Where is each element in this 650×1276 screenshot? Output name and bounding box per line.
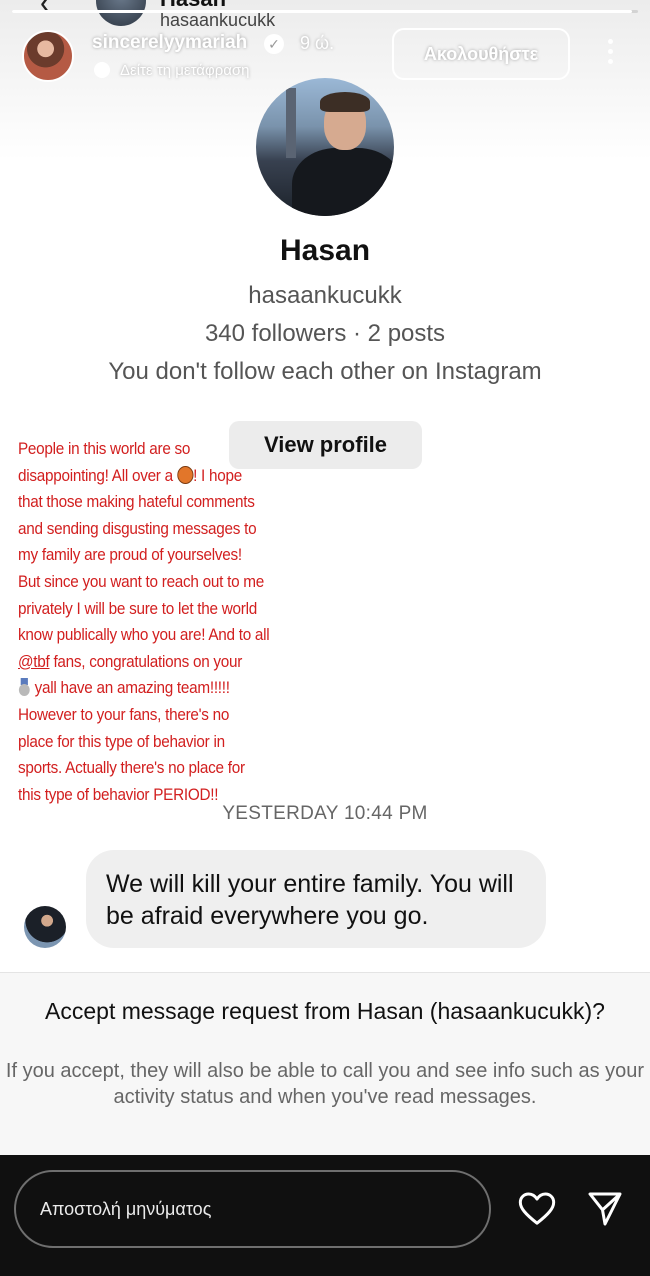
profile-stats: 340 followers · 2 posts	[204, 320, 446, 347]
view-profile-button[interactable]: View profile	[229, 421, 422, 469]
story-progress-fill	[12, 10, 632, 13]
story-owner-username[interactable]: sincerelyymariah	[92, 32, 247, 54]
verified-badge-icon: ✓	[264, 34, 284, 54]
caption-line: and sending disgusting messages to	[18, 518, 257, 538]
message-timestamp: YESTERDAY 10:44 PM	[222, 803, 428, 824]
story-time-ago: 9 ώ.	[300, 33, 335, 53]
story-owner-avatar[interactable]	[22, 30, 74, 82]
caption-line: place for this type of behavior in	[18, 731, 225, 751]
heart-icon[interactable]	[516, 1189, 558, 1229]
profile-handle: hasaankucukk	[248, 282, 402, 309]
caption-line: But since you want to reach out to me	[18, 571, 265, 591]
screenshot-header-handle: hasaankucukk	[160, 10, 276, 30]
mention-link[interactable]: @tbf	[18, 652, 50, 671]
story-frame: ‹ Hasan hasaankucukk sincerelyymariah ✓ …	[0, 0, 650, 1155]
send-icon[interactable]	[584, 1189, 626, 1229]
caption-text: yall have an amazing team!!!!!	[34, 678, 230, 698]
caption-line: that those making hateful comments	[18, 492, 255, 512]
see-translation-label: Δείτε τη μετάφραση	[120, 62, 250, 79]
caption-text: disappointing! All over a	[18, 465, 173, 485]
request-info: If you accept, they will also be able to…	[5, 1060, 645, 1108]
caption-text: ! I hope	[193, 465, 242, 485]
story-progress-bar	[12, 10, 638, 13]
see-translation-link[interactable]: Δείτε τη μετάφραση	[94, 62, 250, 79]
reply-bar	[0, 1155, 650, 1276]
caption-line: @tbf fans, congratulations on your	[18, 649, 288, 676]
basketball-emoji-icon	[176, 465, 194, 484]
caption-line: privately I will be sure to let the worl…	[18, 598, 257, 618]
more-options-icon[interactable]	[600, 36, 620, 70]
screenshot-header-avatar	[96, 0, 146, 26]
request-title: Accept message request from Hasan (hasaa…	[45, 998, 605, 1024]
follow-status: You don't follow each other on Instagram	[108, 358, 542, 385]
caption-text: fans, congratulations on your	[49, 651, 243, 671]
message-request-panel: Accept message request from Hasan (hasaa…	[0, 972, 650, 1155]
caption-line: yall have an amazing team!!!!!	[18, 675, 288, 702]
translate-icon	[94, 62, 110, 78]
follow-button[interactable]: Ακολουθήστε	[392, 28, 570, 80]
profile-photo	[256, 78, 394, 216]
sender-avatar	[24, 906, 66, 948]
message-bubble: We will kill your entire family. You wil…	[86, 850, 546, 948]
story-caption: People in this world are so disappointin…	[18, 436, 288, 808]
caption-line: my family are proud of yourselves!	[18, 545, 242, 565]
silver-medal-emoji-icon	[18, 678, 31, 697]
caption-line: sports. Actually there's no place for	[18, 758, 245, 778]
screenshot-header: ‹ Hasan hasaankucukk	[0, 0, 650, 30]
profile-name: Hasan	[279, 234, 371, 267]
caption-line: know publically who you are! And to all	[18, 625, 270, 645]
send-message-input[interactable]	[14, 1170, 491, 1248]
caption-line: However to your fans, there's no	[18, 704, 230, 724]
